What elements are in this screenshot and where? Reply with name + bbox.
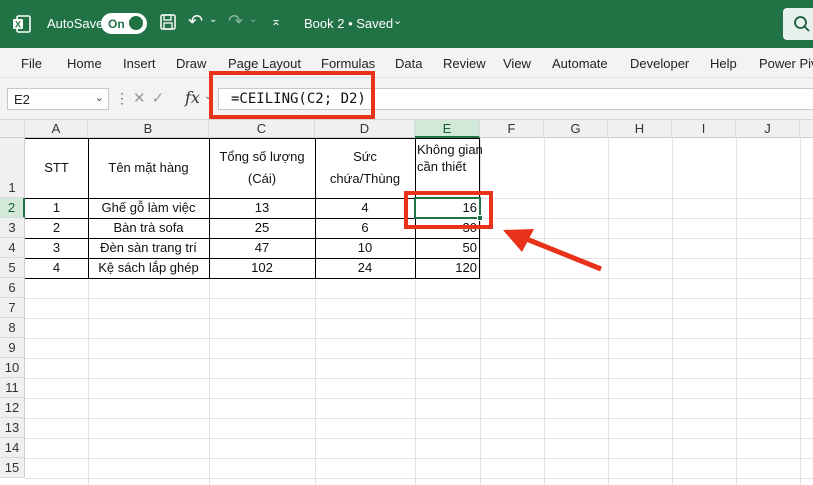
annotation-arrow-icon <box>503 229 602 272</box>
